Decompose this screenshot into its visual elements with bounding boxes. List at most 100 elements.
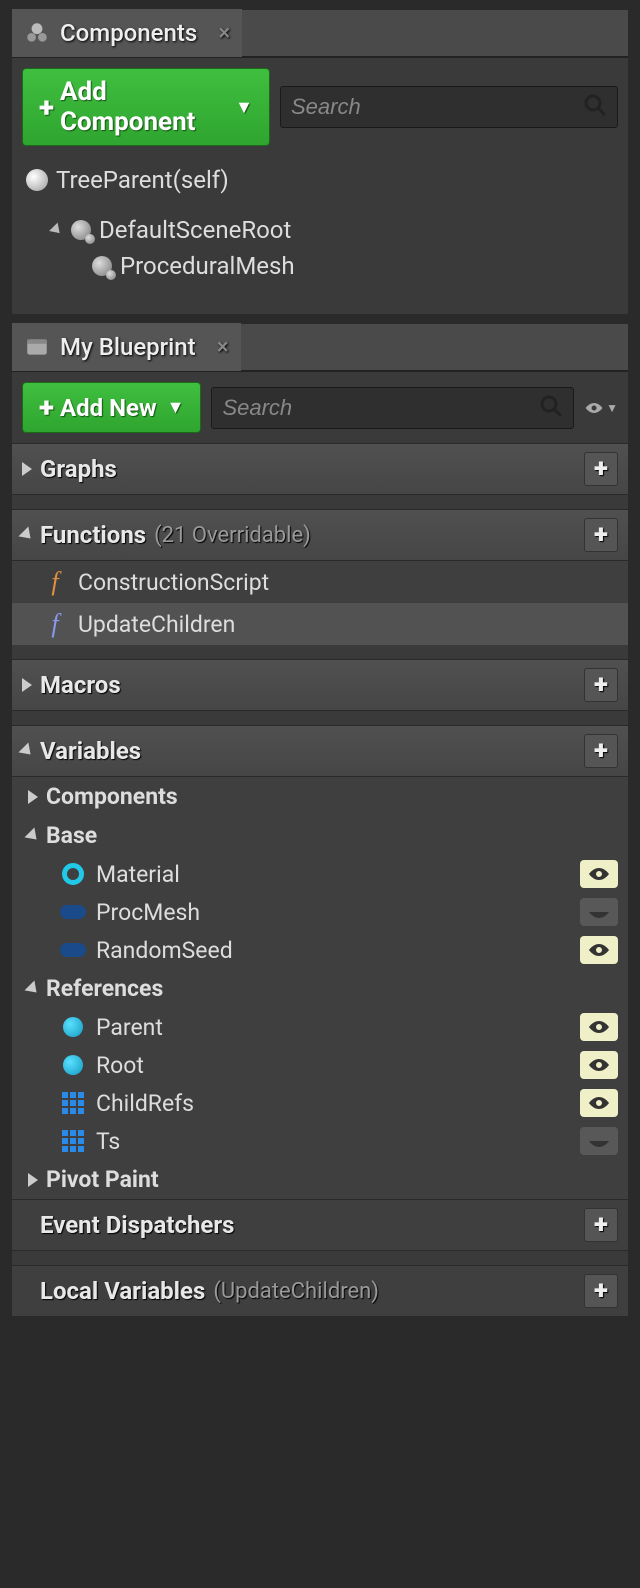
component-self-row[interactable]: TreeParent(self)	[22, 162, 618, 198]
functions-label: Functions	[40, 521, 146, 549]
var-cat-label: Pivot Paint	[46, 1166, 159, 1193]
graphs-label: Graphs	[40, 455, 117, 483]
var-cat-base[interactable]: Base	[12, 816, 628, 855]
graphs-section: Graphs +	[12, 443, 628, 495]
expand-icon[interactable]	[22, 462, 32, 476]
functions-header[interactable]: Functions (21 Overridable) +	[12, 510, 628, 561]
dispatchers-section: Event Dispatchers +	[12, 1199, 628, 1251]
var-cat-pivot[interactable]: Pivot Paint	[12, 1160, 628, 1199]
search-icon	[539, 394, 563, 422]
expand-icon[interactable]	[25, 980, 42, 997]
plus-icon: +	[39, 391, 54, 424]
var-label: Root	[96, 1052, 144, 1079]
expand-icon[interactable]	[19, 743, 36, 760]
visibility-toggle[interactable]	[580, 936, 618, 964]
components-tab-header: Components ×	[12, 10, 628, 58]
scene-component-icon	[92, 256, 112, 276]
add-new-button[interactable]: + Add New ▼	[22, 382, 201, 433]
add-variable-button[interactable]: +	[584, 734, 618, 768]
var-cat-components[interactable]: Components	[12, 777, 628, 816]
var-label: Material	[96, 861, 180, 888]
add-graph-button[interactable]: +	[584, 452, 618, 486]
add-dispatcher-button[interactable]: +	[584, 1208, 618, 1242]
var-label: RandomSeed	[96, 937, 233, 964]
visibility-toggle[interactable]	[580, 1089, 618, 1117]
add-component-button[interactable]: + Add Component ▼	[22, 68, 270, 146]
add-function-button[interactable]: +	[584, 518, 618, 552]
components-search[interactable]	[280, 86, 618, 128]
expand-icon[interactable]	[22, 678, 32, 692]
visibility-toggle[interactable]	[580, 1013, 618, 1041]
expand-icon[interactable]	[25, 827, 42, 844]
chevron-down-icon: ▼	[167, 397, 185, 418]
functions-section: Functions (21 Overridable) + f Construct…	[12, 509, 628, 645]
components-tab[interactable]: Components ×	[12, 9, 242, 57]
plus-icon: +	[39, 91, 54, 124]
blueprint-search[interactable]	[211, 387, 574, 429]
blueprint-search-input[interactable]	[222, 395, 539, 421]
view-options-button[interactable]: ▼	[584, 396, 618, 420]
visibility-toggle[interactable]	[580, 860, 618, 888]
dispatchers-header[interactable]: Event Dispatchers +	[12, 1200, 628, 1251]
graphs-header[interactable]: Graphs +	[12, 444, 628, 495]
variables-section: Variables + Components Base Material Pro…	[12, 725, 628, 1199]
components-tree: TreeParent(self) DefaultSceneRoot Proced…	[12, 156, 628, 314]
object-icon	[60, 899, 86, 925]
var-label: Parent	[96, 1014, 163, 1041]
add-local-button[interactable]: +	[584, 1274, 618, 1308]
visibility-toggle[interactable]	[580, 1127, 618, 1155]
add-macro-button[interactable]: +	[584, 668, 618, 702]
components-tab-label: Components	[60, 19, 197, 47]
blueprint-toolbar: + Add New ▼ ▼	[12, 372, 628, 443]
my-blueprint-panel: My Blueprint × + Add New ▼ ▼ Graphs +	[12, 324, 628, 1317]
object-icon	[60, 937, 86, 963]
variables-header[interactable]: Variables +	[12, 726, 628, 777]
var-cat-references[interactable]: References	[12, 969, 628, 1008]
expand-icon[interactable]	[49, 223, 64, 238]
var-root[interactable]: Root	[12, 1046, 628, 1084]
function-icon: f	[42, 567, 68, 597]
locals-header[interactable]: Local Variables (UpdateChildren) +	[12, 1266, 628, 1317]
macros-header[interactable]: Macros +	[12, 660, 628, 711]
component-scene-root-row[interactable]: DefaultSceneRoot	[22, 212, 618, 248]
add-new-label: Add New	[60, 394, 157, 422]
object-on-icon	[60, 1014, 86, 1040]
function-updatechildren[interactable]: f UpdateChildren	[12, 603, 628, 645]
function-constructionscript[interactable]: f ConstructionScript	[12, 561, 628, 603]
function-icon: f	[42, 609, 68, 639]
variables-label: Variables	[40, 737, 141, 765]
var-ts[interactable]: Ts	[12, 1122, 628, 1160]
var-cat-label: References	[46, 975, 163, 1002]
visibility-toggle[interactable]	[580, 1051, 618, 1079]
expand-icon[interactable]	[28, 790, 38, 804]
close-icon[interactable]: ×	[219, 21, 231, 46]
expand-icon[interactable]	[28, 1173, 38, 1187]
blueprint-tab[interactable]: My Blueprint ×	[12, 323, 241, 371]
var-childrefs[interactable]: ChildRefs	[12, 1084, 628, 1122]
close-icon[interactable]: ×	[217, 335, 229, 360]
var-randomseed[interactable]: RandomSeed	[12, 931, 628, 969]
components-toolbar: + Add Component ▼	[12, 58, 628, 156]
visibility-toggle[interactable]	[580, 898, 618, 926]
search-icon	[583, 93, 607, 121]
var-parent[interactable]: Parent	[12, 1008, 628, 1046]
add-component-label: Add Component	[60, 77, 225, 137]
dispatchers-label: Event Dispatchers	[40, 1211, 234, 1239]
var-cat-label: Base	[46, 822, 97, 849]
actor-icon	[26, 169, 48, 191]
function-label: UpdateChildren	[78, 611, 235, 638]
expand-icon[interactable]	[19, 527, 36, 544]
var-material[interactable]: Material	[12, 855, 628, 893]
component-procmesh-row[interactable]: ProceduralMesh	[22, 248, 618, 284]
components-panel: Components × + Add Component ▼ TreeParen…	[12, 10, 628, 314]
functions-override-count: (21 Overridable)	[154, 523, 311, 548]
array-icon	[60, 1128, 86, 1154]
macros-label: Macros	[40, 671, 121, 699]
chevron-down-icon: ▼	[606, 401, 618, 415]
var-procmesh[interactable]: ProcMesh	[12, 893, 628, 931]
object-on-icon	[60, 1052, 86, 1078]
component-self-label: TreeParent(self)	[56, 166, 229, 194]
var-label: Ts	[96, 1128, 120, 1155]
components-search-input[interactable]	[291, 94, 583, 120]
function-label: ConstructionScript	[78, 569, 269, 596]
